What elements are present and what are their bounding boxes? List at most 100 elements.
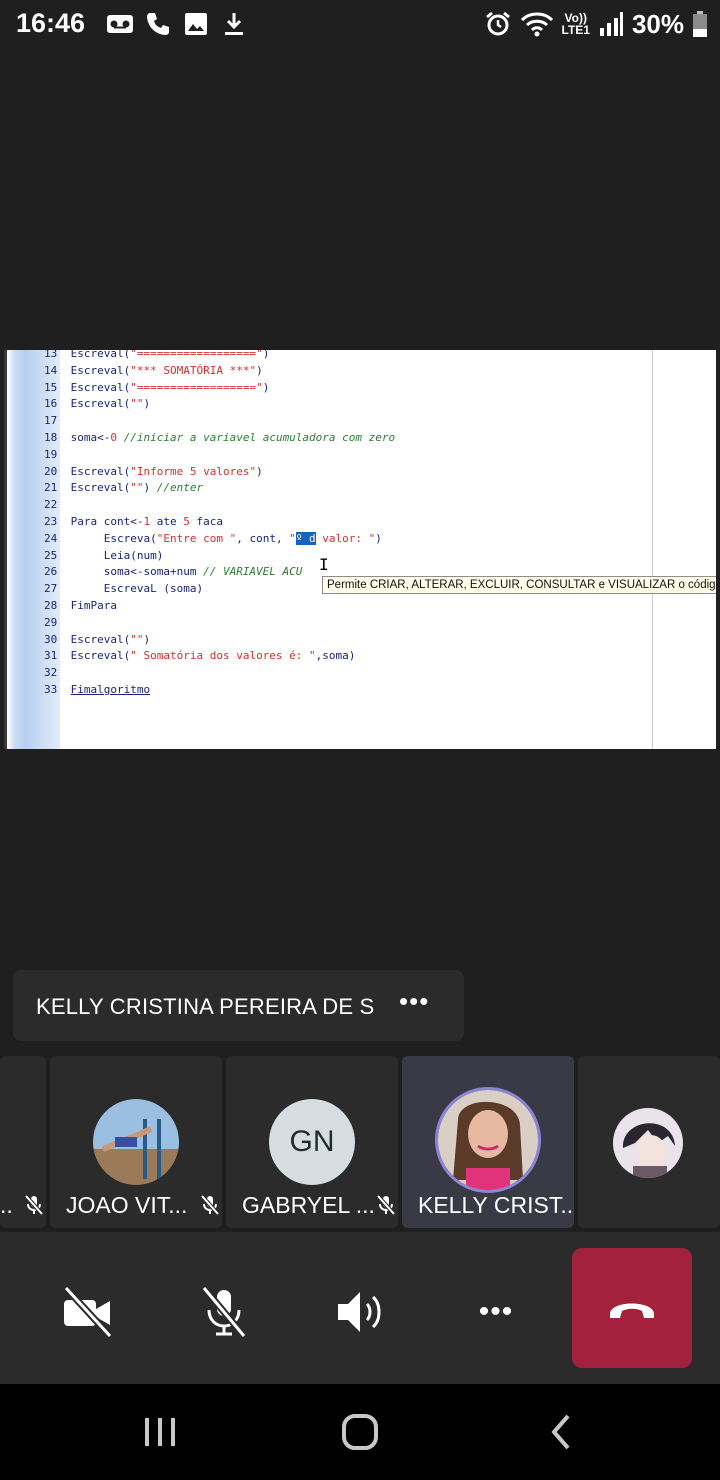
code-line: 23 Para cont<-1 ate 5 faca (44, 514, 395, 531)
line-number: 29 (44, 615, 58, 629)
code-line: 33 Fimalgoritmo (44, 682, 395, 699)
code-token: º d (295, 531, 316, 545)
line-number: 21 (44, 481, 58, 495)
code-token: ) (262, 350, 270, 360)
code-line: 32 (44, 665, 395, 682)
code-token: Escreval( (70, 464, 131, 478)
avatar (93, 1099, 179, 1185)
code-token: "" (130, 481, 144, 495)
image-icon (185, 13, 207, 35)
participant-tile[interactable]: JOAO VIT... (50, 1056, 222, 1228)
code-editor: 13 Escreval("==================") 14 Escr… (44, 350, 395, 699)
recent-apps-icon[interactable] (140, 1412, 180, 1452)
participant-name: .. (0, 1192, 13, 1218)
presenter-more-button[interactable]: ••• (399, 986, 429, 1017)
code-line: 22 (44, 497, 395, 514)
mic-muted-icon (376, 1194, 396, 1216)
code-token: ,soma) (315, 649, 356, 663)
code-token: ) (262, 380, 270, 394)
code-token: soma<-soma+num (70, 565, 204, 579)
code-token: ) (256, 363, 263, 377)
code-token: 5 (183, 514, 190, 528)
line-number: 23 (44, 514, 58, 528)
code-token: Leia(num) (70, 548, 164, 562)
line-number: 24 (44, 531, 58, 545)
back-icon[interactable] (542, 1412, 582, 1452)
presenter-banner[interactable]: KELLY CRISTINA PEREIRA DE S ••• (13, 970, 464, 1041)
code-token: "==================" (130, 350, 263, 360)
code-token: Escreval( (70, 397, 131, 411)
code-line: 20 Escreval("Informe 5 valores") (44, 464, 395, 481)
participant-tile[interactable]: GN GABRYEL ... (226, 1056, 398, 1228)
line-number: 31 (44, 649, 58, 663)
hang-up-button[interactable] (572, 1248, 692, 1368)
line-number: 20 (44, 464, 58, 478)
mic-off-icon[interactable] (194, 1282, 254, 1342)
mic-muted-icon (200, 1194, 220, 1216)
alarm-icon (485, 11, 510, 36)
status-time: 16:46 (16, 8, 86, 38)
code-token: "" (130, 632, 144, 646)
line-number: 26 (44, 565, 58, 579)
text-cursor-icon: I (319, 555, 329, 574)
code-line: 13 Escreval("==================") (44, 350, 395, 363)
line-number: 18 (44, 430, 58, 444)
participant-name: JOAO VIT... (66, 1192, 188, 1218)
call-controls: ••• (0, 1232, 720, 1384)
code-line: 24 Escreva("Entre com ", cont, "º d valo… (44, 531, 395, 548)
code-token: Para cont<- (70, 514, 144, 528)
code-token: "" (130, 397, 144, 411)
code-line: 17 (44, 413, 395, 430)
home-icon[interactable] (340, 1412, 380, 1452)
code-token: ) (143, 481, 157, 495)
code-token: ) (143, 397, 151, 411)
code-line: 16 Escreval("") (44, 396, 395, 413)
code-line: 15 Escreval("==================") (44, 380, 395, 397)
code-token: faca (189, 514, 223, 528)
participant-name: KELLY CRIST... (418, 1192, 574, 1218)
code-token: // VARIAVEL ACU (203, 565, 303, 579)
line-number: 15 (44, 380, 58, 394)
code-token: Escreval( (70, 350, 131, 360)
tooltip: Permite CRIAR, ALTERAR, EXCLUIR, CONSULT… (322, 576, 716, 594)
code-line: 29 (44, 615, 395, 632)
participant-tile[interactable] (578, 1056, 720, 1228)
avatar-initials: GN (269, 1099, 355, 1185)
code-token: soma<- (70, 430, 111, 444)
shared-screen: 13 Escreval("==================") 14 Escr… (4, 350, 716, 749)
line-number: 25 (44, 548, 58, 562)
code-token: ate (150, 514, 184, 528)
avatar (613, 1108, 683, 1178)
line-number: 14 (44, 363, 58, 377)
speaker-icon[interactable] (330, 1282, 390, 1342)
code-line: 19 (44, 447, 395, 464)
code-token: "==================" (130, 380, 263, 394)
code-line: 31 Escreval(" Somatória dos valores é: "… (44, 648, 395, 665)
code-line: 14 Escreval("*** SOMATÓRIA ***") (44, 363, 395, 380)
avatar (435, 1087, 541, 1193)
lte-icon: Vo)) LTE1 (562, 12, 590, 36)
code-token: ) (143, 632, 151, 646)
code-token: "*** SOMATÓRIA ***" (130, 363, 257, 377)
code-token: 0 (110, 430, 117, 444)
code-line: 25 Leia(num) (44, 548, 395, 565)
line-number: 28 (44, 598, 58, 612)
camera-off-icon[interactable] (58, 1282, 118, 1342)
download-icon (225, 13, 243, 35)
code-line: 21 Escreval("") //enter (44, 480, 395, 497)
line-number: 30 (44, 632, 58, 646)
presenter-name: KELLY CRISTINA PEREIRA DE S (36, 994, 375, 1019)
code-token: , cont, (236, 531, 290, 545)
code-token: //iniciar a variavel acumuladora com zer… (117, 430, 396, 444)
editor-margin-line (652, 350, 653, 749)
participant-tile[interactable]: .. (0, 1056, 46, 1228)
wifi-icon (520, 12, 553, 37)
code-token: Escreval( (70, 649, 131, 663)
more-options-button[interactable]: ••• (466, 1282, 526, 1342)
battery-percent: 30% (631, 8, 684, 39)
code-token: Escreva( (70, 531, 157, 545)
line-number: 27 (44, 582, 58, 596)
participant-tile-active[interactable]: KELLY CRIST... (402, 1056, 574, 1228)
status-bar: 16:46 Vo)) LTE1 30% (0, 0, 720, 48)
mic-muted-icon (24, 1194, 44, 1216)
